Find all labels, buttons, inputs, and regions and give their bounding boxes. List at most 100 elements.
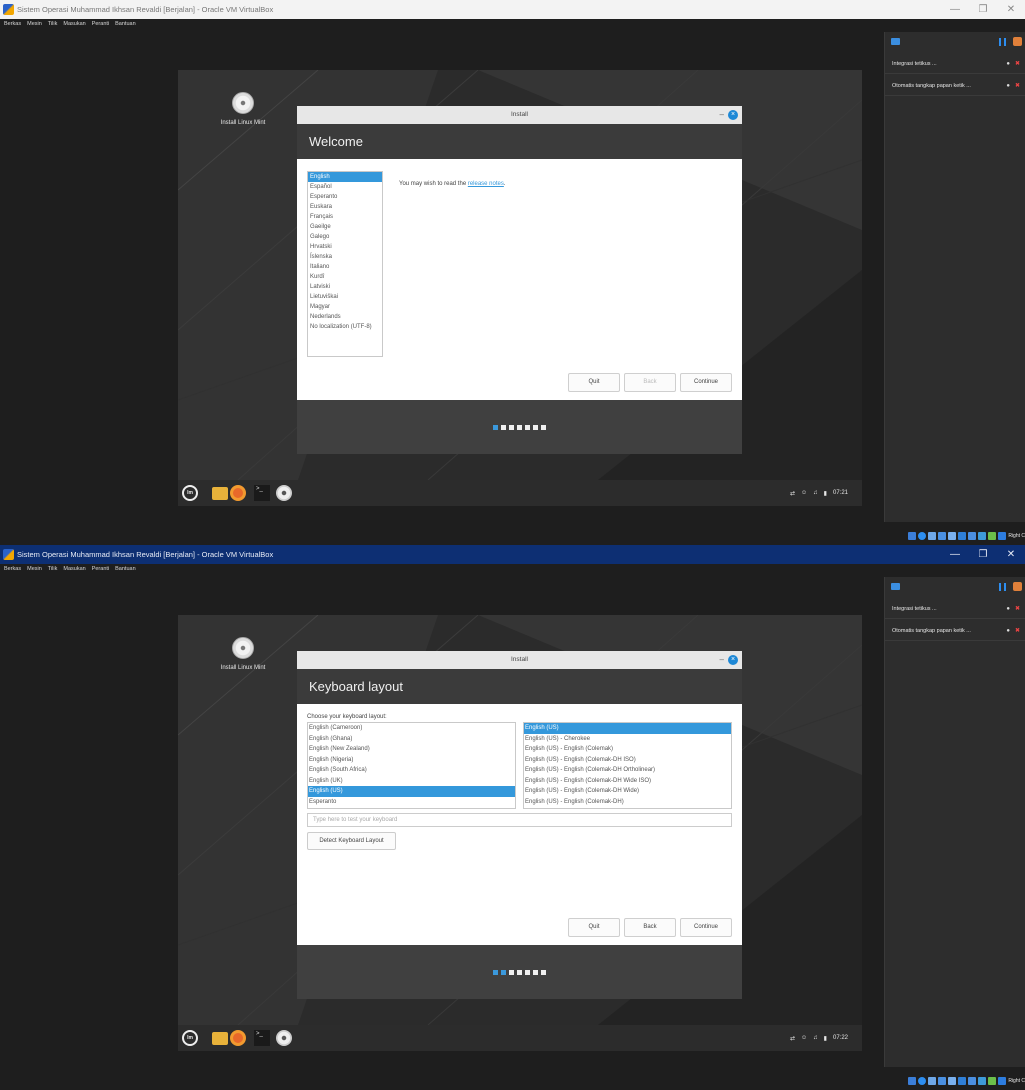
installer-task-icon[interactable] xyxy=(276,1030,292,1046)
language-item[interactable]: Gaeilge xyxy=(308,222,382,232)
volume-icon[interactable]: ♫ xyxy=(813,490,818,496)
shared-folder-icon[interactable] xyxy=(958,532,967,540)
installer-task-icon[interactable] xyxy=(276,485,292,501)
notice-toggle-icon[interactable]: ● xyxy=(1006,61,1010,67)
recording-icon[interactable] xyxy=(978,532,987,540)
language-item[interactable]: Euskara xyxy=(308,202,382,212)
language-item[interactable]: Galego xyxy=(308,232,382,242)
maximize-button[interactable]: ❐ xyxy=(969,545,997,564)
language-item[interactable]: Lietuviškai xyxy=(308,292,382,302)
shared-folder-icon[interactable] xyxy=(958,1077,967,1085)
menu-mesin[interactable]: Mesin xyxy=(27,21,42,27)
language-item[interactable]: Íslenska xyxy=(308,252,382,262)
menu-masukan[interactable]: Masukan xyxy=(63,566,85,572)
variant-item[interactable]: English (US) - English (Colemak-DH Wide … xyxy=(524,776,731,787)
language-item[interactable]: Español xyxy=(308,182,382,192)
menu-bantuan[interactable]: Bantuan xyxy=(115,566,136,572)
menu-mesin[interactable]: Mesin xyxy=(27,566,42,572)
back-button[interactable]: Back xyxy=(624,918,676,937)
install-linux-mint-shortcut[interactable]: Install Linux Mint xyxy=(208,92,278,126)
menu-masukan[interactable]: Masukan xyxy=(63,21,85,27)
menu-tilik[interactable]: Tilik xyxy=(48,21,58,27)
language-list[interactable]: English Español Esperanto Euskara Français Ga… xyxy=(307,171,383,357)
layout-item[interactable]: English (US) xyxy=(308,786,515,797)
pause-icon[interactable] xyxy=(999,38,1006,46)
language-item[interactable]: Français xyxy=(308,212,382,222)
notice-keyboard-capture[interactable]: Otomatis tangkap papan ketik ... ● ✖ xyxy=(885,621,1025,641)
dialog-title-bar[interactable]: Install – × xyxy=(297,106,742,124)
host-key-icon[interactable] xyxy=(998,532,1007,540)
layout-item[interactable]: English (New Zealand) xyxy=(308,744,515,755)
layout-item[interactable]: English (Nigeria) xyxy=(308,755,515,766)
notification-icon[interactable] xyxy=(1013,37,1022,46)
language-item[interactable]: English xyxy=(308,172,382,182)
terminal-icon[interactable]: >_ xyxy=(254,485,270,501)
notice-mouse-integration[interactable]: Integrasi tetikus ... ● ✖ xyxy=(885,54,1025,74)
menu-berkas[interactable]: Berkas xyxy=(4,566,21,572)
clock[interactable]: 07:21 xyxy=(833,490,848,496)
folder-icon[interactable] xyxy=(212,487,228,500)
menu-bantuan[interactable]: Bantuan xyxy=(115,21,136,27)
menu-berkas[interactable]: Berkas xyxy=(4,21,21,27)
language-item[interactable]: Nederlands xyxy=(308,312,382,322)
network-adapter-icon[interactable] xyxy=(938,532,947,540)
notice-close-icon[interactable]: ✖ xyxy=(1015,606,1020,612)
language-item[interactable]: Magyar xyxy=(308,302,382,312)
language-item[interactable]: Latviski xyxy=(308,282,382,292)
chat-icon[interactable] xyxy=(891,583,900,590)
terminal-icon[interactable]: >_ xyxy=(254,1030,270,1046)
dialog-minimize-button[interactable]: – xyxy=(720,106,724,124)
optical-icon[interactable] xyxy=(918,1077,927,1085)
variant-item[interactable]: English (US) - English (Colemak-DH) xyxy=(524,797,731,808)
usb-icon[interactable] xyxy=(948,532,957,540)
host-key-icon[interactable] xyxy=(998,1077,1007,1085)
audio-icon[interactable] xyxy=(928,1077,937,1085)
variant-item[interactable]: English (US) - English (Colemak-DH Wide) xyxy=(524,786,731,797)
vm-display[interactable]: Install Linux Mint Install – × Welcome E… xyxy=(178,70,862,506)
notification-icon[interactable] xyxy=(1013,582,1022,591)
close-button[interactable]: ✕ xyxy=(997,545,1025,564)
title-bar[interactable]: Sistem Operasi Muhammad Ikhsan Revaldi [… xyxy=(0,0,1025,19)
network-icon[interactable]: ⇄ xyxy=(790,490,795,497)
mint-menu-icon[interactable]: lm xyxy=(182,1030,198,1046)
notice-toggle-icon[interactable]: ● xyxy=(1006,628,1010,634)
language-item[interactable]: Kurdî xyxy=(308,272,382,282)
minimize-button[interactable]: — xyxy=(941,545,969,564)
variant-item[interactable]: English (US) xyxy=(524,723,731,734)
pause-icon[interactable] xyxy=(999,583,1006,591)
continue-button[interactable]: Continue xyxy=(680,918,732,937)
display-icon[interactable] xyxy=(968,1077,977,1085)
menu-peranti[interactable]: Peranti xyxy=(92,21,109,27)
cpu-icon[interactable] xyxy=(988,532,997,540)
variant-item[interactable]: English (US) - English (Dvorak) xyxy=(524,807,731,808)
user-icon[interactable]: ☺ xyxy=(801,490,807,496)
variant-item[interactable]: English (US) - English (Colemak-DH ISO) xyxy=(524,755,731,766)
variant-item[interactable]: English (US) - English (Colemak) xyxy=(524,744,731,755)
release-notes-link[interactable]: release notes xyxy=(468,181,504,187)
language-item[interactable]: Esperanto xyxy=(308,192,382,202)
audio-icon[interactable] xyxy=(928,532,937,540)
variant-item[interactable]: English (US) - English (Colemak-DH Ortho… xyxy=(524,765,731,776)
notice-toggle-icon[interactable]: ● xyxy=(1006,606,1010,612)
recording-icon[interactable] xyxy=(978,1077,987,1085)
hdd-icon[interactable] xyxy=(908,532,917,540)
user-icon[interactable]: ☺ xyxy=(801,1035,807,1041)
maximize-button[interactable]: ❐ xyxy=(969,0,997,19)
title-bar[interactable]: Sistem Operasi Muhammad Ikhsan Revaldi [… xyxy=(0,545,1025,564)
network-adapter-icon[interactable] xyxy=(938,1077,947,1085)
firefox-icon[interactable] xyxy=(230,1030,246,1046)
cpu-icon[interactable] xyxy=(988,1077,997,1085)
minimize-button[interactable]: — xyxy=(941,0,969,19)
mint-menu-icon[interactable]: lm xyxy=(182,485,198,501)
language-item[interactable]: Hrvatski xyxy=(308,242,382,252)
optical-icon[interactable] xyxy=(918,532,927,540)
layout-item[interactable]: English (Cameroon) xyxy=(308,723,515,734)
quit-button[interactable]: Quit xyxy=(568,373,620,392)
dialog-close-button[interactable]: × xyxy=(728,110,738,120)
layout-item[interactable]: English (Ghana) xyxy=(308,734,515,745)
vm-display[interactable]: Install Linux Mint Install – × Keyboard … xyxy=(178,615,862,1051)
display-icon[interactable] xyxy=(968,532,977,540)
notice-toggle-icon[interactable]: ● xyxy=(1006,83,1010,89)
notice-keyboard-capture[interactable]: Otomatis tangkap papan ketik ... ● ✖ xyxy=(885,76,1025,96)
volume-icon[interactable]: ♫ xyxy=(813,1035,818,1041)
